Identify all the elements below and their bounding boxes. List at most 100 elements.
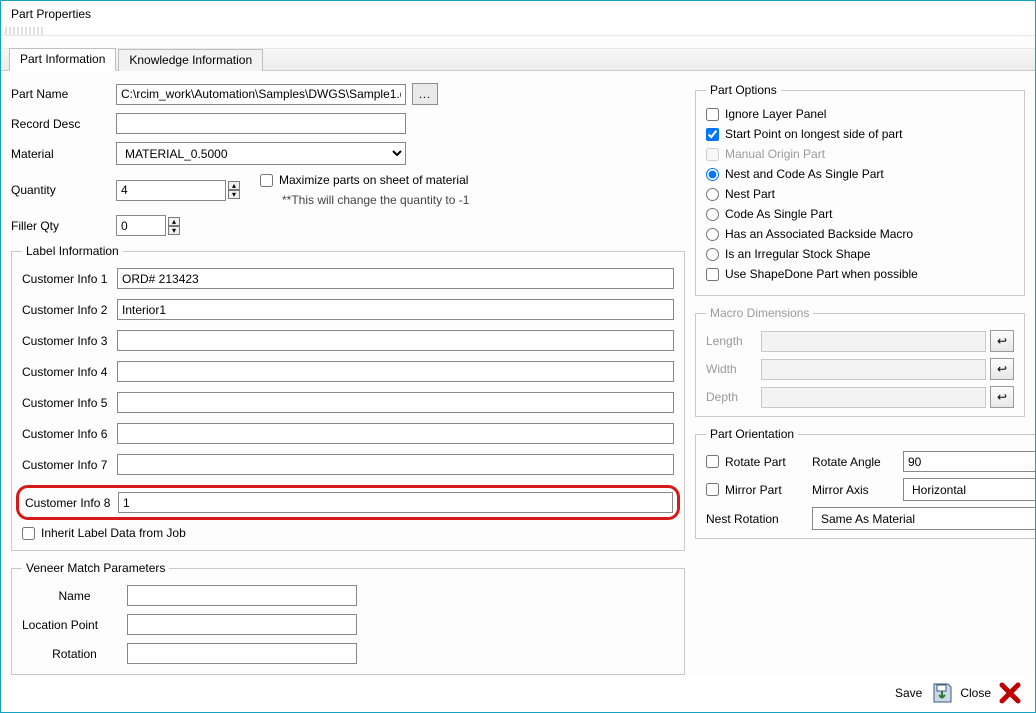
spin-down-icon[interactable]: ▾ (168, 226, 180, 235)
save-button[interactable]: Save (895, 686, 922, 700)
ci2-input[interactable] (117, 299, 674, 320)
ci6-input[interactable] (117, 423, 674, 444)
mirror-part-label: Mirror Part (725, 483, 782, 497)
inherit-label-row[interactable]: Inherit Label Data from Job (22, 526, 674, 540)
ci5-label: Customer Info 5 (22, 396, 117, 410)
filler-qty-stepper[interactable]: ▴ ▾ (168, 217, 180, 235)
spin-up-icon[interactable]: ▴ (168, 217, 180, 226)
right-column: Part Options Ignore Layer Panel Start Po… (695, 83, 1025, 672)
material-select[interactable]: MATERIAL_0.5000 (116, 142, 406, 165)
record-desc-label: Record Desc (11, 117, 116, 131)
ci8-label: Customer Info 8 (25, 496, 118, 510)
maximize-parts-label: Maximize parts on sheet of material (279, 173, 468, 187)
maximize-parts-hint: **This will change the quantity to -1 (260, 193, 469, 207)
ci2-label: Customer Info 2 (22, 303, 117, 317)
ci1-label: Customer Info 1 (22, 272, 117, 286)
ci7-input[interactable] (117, 454, 674, 475)
mirror-axis-select[interactable]: Horizontal (903, 478, 1035, 501)
rotate-part-checkbox[interactable] (706, 455, 719, 468)
maximize-parts-checkbox[interactable] (260, 174, 273, 187)
content-area: Part Name ... Record Desc Material MATER… (1, 71, 1035, 676)
record-desc-input[interactable] (116, 113, 406, 134)
macro-depth-label: Depth (706, 390, 761, 404)
irregular-stock-radio[interactable] (706, 248, 719, 261)
footer: Save Close (1, 676, 1035, 712)
quantity-label: Quantity (11, 183, 116, 197)
nest-part-label: Nest Part (725, 187, 775, 201)
save-icon[interactable] (930, 682, 954, 704)
macro-depth-button[interactable]: ↩ (990, 386, 1014, 408)
filler-qty-label: Filler Qty (11, 219, 116, 233)
associated-backside-radio[interactable] (706, 228, 719, 241)
macro-dimensions-legend: Macro Dimensions (706, 306, 813, 320)
tabs-bar: Part Information Knowledge Information (1, 49, 1035, 71)
ci7-label: Customer Info 7 (22, 458, 117, 472)
ci1-input[interactable] (117, 268, 674, 289)
location-point-label: Location Point (22, 618, 127, 632)
nest-part-radio[interactable] (706, 188, 719, 201)
part-orientation-legend: Part Orientation (706, 427, 798, 441)
start-point-checkbox[interactable] (706, 128, 719, 141)
spin-up-icon[interactable]: ▴ (228, 181, 240, 190)
rotate-angle-input[interactable] (903, 451, 1035, 472)
code-single-radio[interactable] (706, 208, 719, 221)
tab-knowledge-information[interactable]: Knowledge Information (118, 49, 263, 71)
veneer-match-group: Veneer Match Parameters Name Location Po… (11, 561, 685, 675)
spin-down-icon[interactable]: ▾ (228, 190, 240, 199)
ignore-layer-checkbox[interactable] (706, 108, 719, 121)
ci5-input[interactable] (117, 392, 674, 413)
inherit-label-checkbox[interactable] (22, 527, 35, 540)
mirror-part-checkbox[interactable] (706, 483, 719, 496)
label-information-group: Label Information Customer Info 1 Custom… (11, 244, 685, 551)
macro-length-button[interactable]: ↩ (990, 330, 1014, 352)
ci3-label: Customer Info 3 (22, 334, 117, 348)
filler-qty-input[interactable] (116, 215, 166, 236)
rotation-input[interactable] (127, 643, 357, 664)
macro-width-input (761, 359, 986, 380)
code-single-label: Code As Single Part (725, 207, 832, 221)
ci8-input[interactable] (118, 492, 673, 513)
browse-button[interactable]: ... (412, 83, 438, 105)
ci3-input[interactable] (117, 330, 674, 351)
nest-rotation-label: Nest Rotation (706, 512, 806, 526)
ci6-label: Customer Info 6 (22, 427, 117, 441)
nest-code-single-label: Nest and Code As Single Part (725, 167, 884, 181)
part-orientation-group: Part Orientation Rotate Part Rotate Angl… (695, 427, 1035, 539)
manual-origin-checkbox (706, 148, 719, 161)
macro-length-label: Length (706, 334, 761, 348)
macro-width-button[interactable]: ↩ (990, 358, 1014, 380)
ci4-input[interactable] (117, 361, 674, 382)
ignore-layer-label: Ignore Layer Panel (725, 107, 826, 121)
veneer-name-input[interactable] (127, 585, 357, 606)
macro-width-label: Width (706, 362, 761, 376)
rotate-part-label: Rotate Part (725, 455, 786, 469)
quantity-stepper[interactable]: ▴ ▾ (228, 181, 240, 199)
material-label: Material (11, 147, 116, 161)
arrow-return-icon: ↩ (997, 362, 1007, 376)
veneer-name-label: Name (22, 589, 127, 603)
part-options-legend: Part Options (706, 83, 781, 97)
nest-rotation-select[interactable]: Same As Material (812, 507, 1035, 530)
location-point-input[interactable] (127, 614, 357, 635)
inherit-label-text: Inherit Label Data from Job (41, 526, 186, 540)
tab-part-information[interactable]: Part Information (9, 48, 116, 71)
associated-backside-label: Has an Associated Backside Macro (725, 227, 913, 241)
veneer-match-legend: Veneer Match Parameters (22, 561, 169, 575)
use-shapedone-checkbox[interactable] (706, 268, 719, 281)
use-shapedone-label: Use ShapeDone Part when possible (725, 267, 918, 281)
part-name-label: Part Name (11, 87, 116, 101)
macro-length-input (761, 331, 986, 352)
close-icon[interactable] (999, 682, 1021, 704)
macro-depth-input (761, 387, 986, 408)
toolbar-grip[interactable] (5, 27, 45, 35)
nest-code-single-radio[interactable] (706, 168, 719, 181)
label-information-legend: Label Information (22, 244, 123, 258)
ci4-label: Customer Info 4 (22, 365, 117, 379)
quantity-input[interactable] (116, 180, 226, 201)
rotation-label: Rotation (22, 647, 127, 661)
part-name-input[interactable] (116, 84, 406, 105)
maximize-parts-checkbox-row[interactable]: Maximize parts on sheet of material (260, 173, 469, 187)
rotate-angle-label: Rotate Angle (812, 455, 897, 469)
close-button[interactable]: Close (960, 686, 991, 700)
macro-dimensions-group: Macro Dimensions Length ↩ Width ↩ Depth ↩ (695, 306, 1025, 417)
